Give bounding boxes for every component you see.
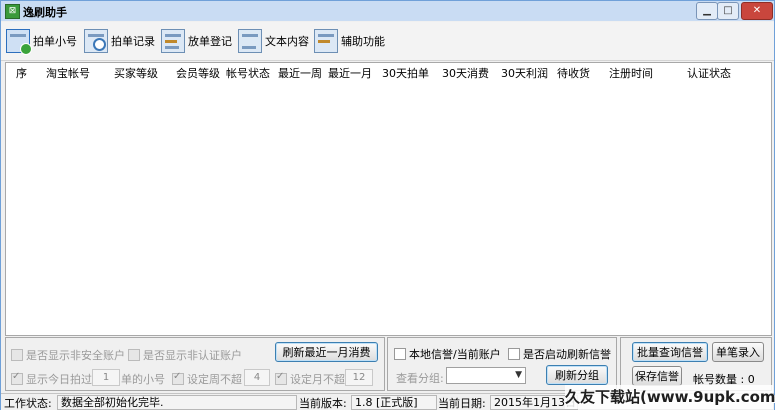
close-button[interactable]: ✕ xyxy=(741,2,773,20)
show-unsafe-checkbox[interactable]: 是否显示非安全账户 xyxy=(11,347,125,363)
checkbox-label: 本地信誉/当前账户 xyxy=(409,348,501,361)
column-header[interactable]: 最近一周 xyxy=(278,65,322,81)
checkbox-box xyxy=(128,349,140,361)
work-status-value: 数据全部初始化完毕. xyxy=(57,395,297,410)
version-value: 1.8 [正式版] xyxy=(351,395,437,410)
local-credit-checkbox[interactable]: 本地信誉/当前账户 xyxy=(394,346,501,362)
auto-refresh-checkbox[interactable]: 是否启动刷新信誉 xyxy=(508,346,611,362)
group-select[interactable]: ▼ xyxy=(446,367,526,384)
checkbox-label: 设定月不超 xyxy=(290,373,345,386)
minimize-button[interactable]: ▁ xyxy=(696,2,718,20)
accounts-table[interactable]: 序 淘宝帐号 买家等级 会员等级 帐号状态 最近一周 最近一月 30天拍单 30… xyxy=(5,62,772,336)
title-bar[interactable]: ⊠ 逸刷助手 ▁ □ ✕ xyxy=(1,1,774,21)
column-header[interactable]: 认证状态 xyxy=(687,65,731,81)
window-title: 逸刷助手 xyxy=(23,6,67,19)
table-header: 序 淘宝帐号 买家等级 会员等级 帐号状态 最近一周 最近一月 30天拍单 30… xyxy=(6,63,771,80)
filter-panel: 是否显示非安全账户 是否显示非认证账户 刷新最近一月消费 显示今日拍过 1 单的… xyxy=(5,337,385,391)
toolbar-label: 拍单小号 xyxy=(33,35,77,48)
view-group-label: 查看分组: xyxy=(396,372,444,385)
toolbar-label: 辅助功能 xyxy=(341,35,385,48)
maximize-button[interactable]: □ xyxy=(717,2,739,20)
add-user-icon xyxy=(6,29,32,55)
toolbar-button-register[interactable]: 放单登记 xyxy=(161,27,232,55)
checkbox-box xyxy=(394,348,406,360)
checkbox-box xyxy=(11,371,23,385)
register-icon xyxy=(161,29,185,53)
checkbox-label: 设定周不超 xyxy=(187,373,242,386)
week-limit-input[interactable]: 4 xyxy=(244,369,270,386)
refresh-month-button[interactable]: 刷新最近一月消费 xyxy=(275,342,378,362)
toolbar-button-text[interactable]: 文本内容 xyxy=(238,27,309,55)
main-window: ⊠ 逸刷助手 ▁ □ ✕ 拍单小号 拍单记录 放单登记 文本内容 辅助功能 序 xyxy=(0,0,775,410)
column-header[interactable]: 30天拍单 xyxy=(382,65,429,81)
version-label: 当前版本: xyxy=(299,397,347,410)
date-label: 当前日期: xyxy=(438,397,486,410)
single-entry-button[interactable]: 单笔录入 xyxy=(712,342,764,362)
show-today-checkbox[interactable]: 显示今日拍过 xyxy=(11,371,92,387)
refresh-group-button[interactable]: 刷新分组 xyxy=(546,365,608,385)
work-status-label: 工作状态: xyxy=(4,397,52,410)
batch-query-button[interactable]: 批量查询信誉 xyxy=(632,342,708,362)
checkbox-box xyxy=(275,371,287,385)
column-header[interactable]: 30天利润 xyxy=(501,65,548,81)
column-header[interactable]: 淘宝帐号 xyxy=(46,65,90,81)
toolbar-label: 拍单记录 xyxy=(111,35,155,48)
tools-icon xyxy=(314,29,338,53)
checkbox-label: 是否显示非安全账户 xyxy=(26,349,125,362)
checkbox-box xyxy=(508,348,520,360)
checkbox-label: 显示今日拍过 xyxy=(26,373,92,386)
show-unverified-checkbox[interactable]: 是否显示非认证账户 xyxy=(128,347,242,363)
column-header[interactable]: 序 xyxy=(16,65,27,81)
search-record-icon xyxy=(84,29,108,53)
text-window-icon xyxy=(238,29,262,53)
toolbar-button-tools[interactable]: 辅助功能 xyxy=(314,27,385,55)
toolbar-label: 放单登记 xyxy=(188,35,232,48)
toolbar-button-accounts[interactable]: 拍单小号 xyxy=(6,27,77,55)
watermark: 久友下载站(www.9upk.com) xyxy=(565,385,775,409)
checkbox-box xyxy=(11,349,23,361)
column-header[interactable]: 会员等级 xyxy=(176,65,220,81)
checkbox-label: 是否显示非认证账户 xyxy=(143,349,242,362)
checkbox-label: 是否启动刷新信誉 xyxy=(523,348,611,361)
month-limit-checkbox[interactable]: 设定月不超 xyxy=(275,371,345,387)
app-icon: ⊠ xyxy=(5,4,20,19)
column-header[interactable]: 帐号状态 xyxy=(226,65,270,81)
chevron-down-icon: ▼ xyxy=(515,370,522,380)
today-count-suffix: 单的小号 xyxy=(121,373,165,386)
column-header[interactable]: 待收货 xyxy=(557,65,590,81)
column-header[interactable]: 注册时间 xyxy=(609,65,653,81)
credit-panel: 批量查询信誉 单笔录入 保存信誉 帐号数量 : 0 xyxy=(620,337,772,391)
toolbar-button-records[interactable]: 拍单记录 xyxy=(84,27,155,55)
week-limit-checkbox[interactable]: 设定周不超 xyxy=(172,371,242,387)
today-count-input[interactable]: 1 xyxy=(92,369,120,386)
checkbox-box xyxy=(172,371,184,385)
column-header[interactable]: 30天消费 xyxy=(442,65,489,81)
column-header[interactable]: 最近一月 xyxy=(328,65,372,81)
toolbar-label: 文本内容 xyxy=(265,35,309,48)
save-credit-button[interactable]: 保存信誉 xyxy=(632,366,682,386)
column-header[interactable]: 买家等级 xyxy=(114,65,158,81)
group-panel: 本地信誉/当前账户 是否启动刷新信誉 查看分组: ▼ 刷新分组 xyxy=(387,337,617,391)
toolbar: 拍单小号 拍单记录 放单登记 文本内容 辅助功能 xyxy=(1,22,774,61)
month-limit-input[interactable]: 12 xyxy=(345,369,373,386)
